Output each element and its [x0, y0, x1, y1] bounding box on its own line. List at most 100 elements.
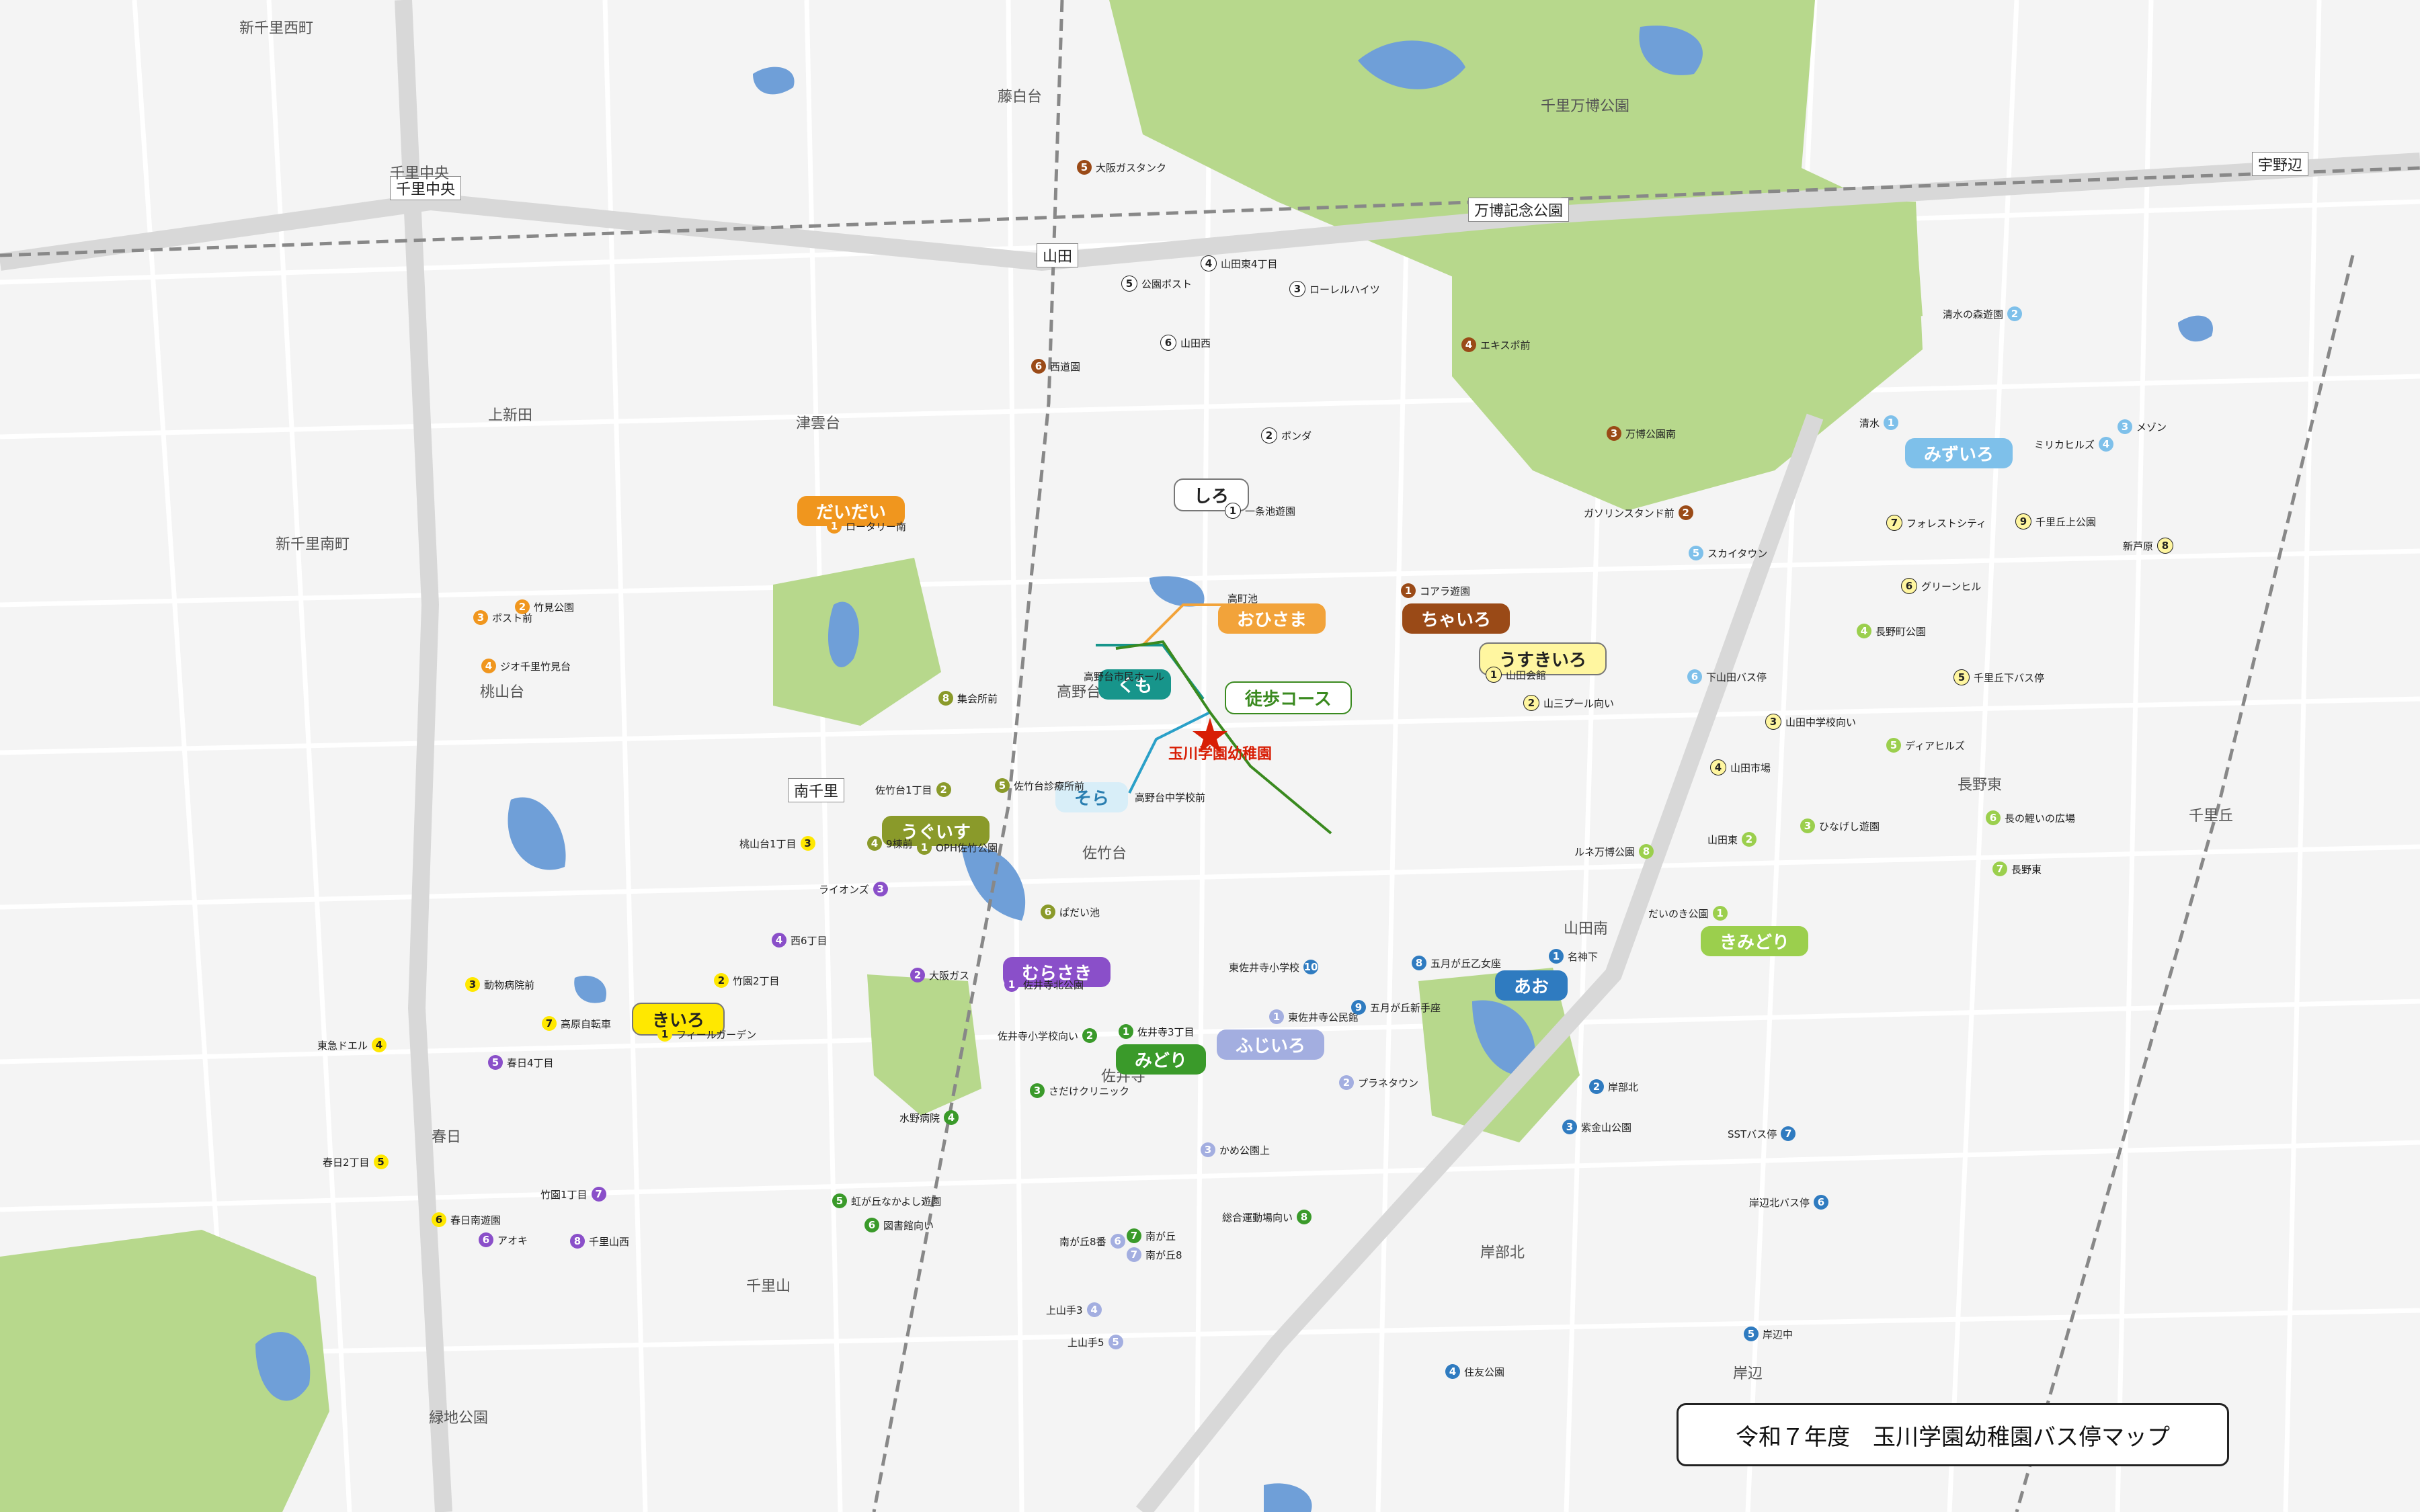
bus-stop[interactable]: 1 フィールガーデン — [657, 1027, 756, 1042]
bus-stop[interactable]: 佐竹台1丁目 2 — [875, 782, 951, 797]
station-yamada[interactable]: 山田 — [1037, 243, 1079, 267]
bus-stop[interactable]: 5 岸辺中 — [1744, 1327, 1793, 1341]
route-mizuiro-label[interactable]: みずいろ — [1905, 438, 2013, 468]
bus-stop[interactable]: 6 ぱだい池 — [1041, 905, 1100, 919]
bus-stop[interactable]: だいのき公園 1 — [1648, 906, 1728, 921]
bus-stop[interactable]: 2 山三プール向い — [1523, 695, 1614, 711]
bus-stop[interactable]: 1 OPH佐竹公園 — [917, 840, 998, 855]
bus-stop[interactable]: ミリカヒルズ 4 — [2034, 437, 2114, 452]
bus-stop[interactable]: 6 下山田バス停 — [1687, 669, 1767, 684]
bus-stop[interactable]: 総合運動場向い 8 — [1222, 1210, 1312, 1224]
bus-stop[interactable]: 5 佐竹台診療所前 — [995, 778, 1084, 793]
bus-stop[interactable]: ガソリンスタンド前 2 — [1584, 505, 1693, 520]
bus-stop[interactable]: 4 西6丁目 — [772, 933, 828, 948]
bus-stop[interactable]: 4 9棟前 — [867, 836, 913, 851]
bus-stop[interactable]: 6 図書館向い — [864, 1218, 934, 1232]
route-kimidori-label[interactable]: きみどり — [1701, 926, 1809, 956]
station-unobe[interactable]: 宇野辺 — [2252, 152, 2309, 176]
bus-stop[interactable]: 7 南が丘 — [1127, 1228, 1176, 1243]
kindergarten-label[interactable]: 玉川学園幼稚園 — [1168, 742, 1272, 763]
bus-stop[interactable]: 1 佐井寺3丁目 — [1119, 1024, 1195, 1039]
bus-stop[interactable]: 2 岸部北 — [1589, 1079, 1638, 1094]
bus-stop[interactable]: 3 ローレルハイツ — [1289, 281, 1380, 297]
bus-stop[interactable]: 春日2丁目 5 — [323, 1154, 389, 1169]
bus-stop[interactable]: 5 スカイタウン — [1689, 546, 1767, 560]
bus-stop[interactable]: 2 竹園2丁目 — [714, 973, 780, 988]
bus-stop[interactable]: 4 ジオ千里竹見台 — [481, 659, 571, 673]
bus-stop[interactable]: 1 東佐井寺公民館 — [1269, 1009, 1359, 1024]
bus-stop[interactable]: 3 万博公園南 — [1607, 426, 1676, 441]
bus-stop[interactable]: 3 さだけクリニック — [1030, 1083, 1129, 1098]
bus-stop[interactable]: 南が丘8番 6 — [1059, 1234, 1125, 1249]
bus-stop[interactable]: 4 山田東4丁目 — [1201, 255, 1278, 271]
bus-stop[interactable]: 東急ドエル 4 — [317, 1038, 387, 1052]
bus-stop[interactable]: 3 動物病院前 — [465, 977, 534, 992]
route-fujiiro-label[interactable]: ふじいろ — [1217, 1030, 1325, 1060]
bus-stop[interactable]: 6 山田西 — [1160, 335, 1211, 351]
bus-stop[interactable]: 8 五月が丘乙女座 — [1412, 956, 1501, 970]
bus-stop[interactable]: 3 紫金山公園 — [1562, 1120, 1631, 1134]
route-chairo-label[interactable]: ちゃいろ — [1402, 603, 1510, 634]
bus-stop[interactable]: 5 大阪ガスタンク — [1077, 160, 1166, 175]
bus-stop[interactable]: 8 集会所前 — [938, 691, 998, 706]
bus-stop[interactable]: 1 佐井寺北公園 — [1004, 977, 1084, 992]
bus-stop[interactable]: 7 長野東 — [1992, 862, 2042, 876]
bus-stop[interactable]: 3 かめ公園上 — [1201, 1142, 1270, 1157]
bus-stop[interactable]: 4 住友公園 — [1445, 1364, 1504, 1379]
bus-stop[interactable]: 5 ディアヒルズ — [1886, 738, 1965, 753]
station-banpaku[interactable]: 万博記念公園 — [1468, 198, 1570, 222]
bus-stop[interactable]: 3 山田中学校向い — [1765, 714, 1856, 730]
bus-stop[interactable]: 上山手3 4 — [1046, 1302, 1102, 1317]
bus-stop[interactable]: 新芦原 8 — [2123, 538, 2174, 554]
bus-stop[interactable]: 4 エキスポ前 — [1461, 337, 1531, 352]
bus-stop[interactable]: 1 ロータリー南 — [827, 519, 906, 534]
bus-stop[interactable]: 高町池 — [1227, 591, 1258, 605]
bus-stop[interactable]: 5 虹が丘なかよし遊園 — [832, 1193, 941, 1208]
bus-stop[interactable]: 2 大阪ガス — [910, 968, 969, 982]
bus-stop[interactable]: 1 一条池遊園 — [1225, 503, 1295, 519]
route-ohisama-label[interactable]: おひさま — [1218, 603, 1326, 634]
bus-stop[interactable]: 2 ポンダ — [1261, 427, 1312, 444]
bus-stop[interactable]: 山田東 2 — [1707, 832, 1757, 847]
bus-stop[interactable]: 1 山田会館 — [1486, 667, 1546, 683]
route-ao-label[interactable]: あお — [1495, 970, 1568, 1001]
bus-stop[interactable]: 6 長の鯉いの広場 — [1986, 810, 2075, 825]
bus-stop[interactable]: 3 ポスト前 — [473, 610, 532, 625]
route-midori-label[interactable]: みどり — [1116, 1044, 1207, 1075]
station-minami-senri[interactable]: 南千里 — [788, 778, 845, 802]
bus-stop[interactable]: 清水の森遊園 2 — [1943, 306, 2023, 321]
bus-stop[interactable]: 上山手5 5 — [1067, 1335, 1123, 1349]
bus-stop[interactable]: 1 名神下 — [1549, 949, 1598, 964]
bus-stop[interactable]: ライオンズ 3 — [819, 882, 888, 896]
bus-stop[interactable]: 東佐井寺小学校 10 — [1229, 960, 1319, 974]
bus-stop[interactable]: 佐井寺小学校向い 2 — [998, 1028, 1098, 1043]
bus-stop[interactable]: 1 コアラ遊園 — [1401, 583, 1470, 598]
bus-stop[interactable]: 6 アオキ — [479, 1232, 528, 1247]
bus-stop[interactable]: 6 グリーンヒル — [1901, 578, 1981, 594]
bus-stop[interactable]: 2 プラネタウン — [1339, 1075, 1418, 1090]
bus-stop[interactable]: ルネ万博公園 8 — [1574, 844, 1654, 859]
bus-stop[interactable]: 6 西道園 — [1031, 359, 1080, 374]
bus-stop[interactable]: 3 ひなげし遊園 — [1800, 818, 1880, 833]
bus-stop[interactable]: SSTバス停 7 — [1728, 1126, 1796, 1141]
bus-stop[interactable]: 7 フォレストシティ — [1886, 515, 1986, 531]
bus-stop[interactable]: 水野病院 4 — [899, 1110, 959, 1125]
bus-stop[interactable]: 4 山田市場 — [1710, 759, 1771, 775]
bus-stop[interactable]: 5 公園ポスト — [1121, 276, 1192, 292]
bus-stop[interactable]: 5 千里丘下バス停 — [1953, 669, 2044, 685]
bus-stop[interactable]: 7 南が丘8 — [1127, 1247, 1182, 1262]
walk-course-label[interactable]: 徒歩コース — [1225, 681, 1352, 714]
bus-stop[interactable]: 9 千里丘上公園 — [2015, 513, 2096, 530]
bus-stop[interactable]: 桃山台1丁目 3 — [739, 836, 815, 851]
bus-stop[interactable]: 清水 1 — [1859, 415, 1899, 430]
bus-stop[interactable]: 9 五月が丘新手座 — [1351, 1000, 1441, 1015]
bus-stop[interactable]: 5 春日4丁目 — [488, 1055, 554, 1070]
bus-stop[interactable]: 岸辺北バス停 6 — [1749, 1195, 1829, 1210]
bus-stop[interactable]: 高野台市民ホール — [1084, 669, 1164, 683]
bus-stop[interactable]: 3 メゾン — [2118, 419, 2167, 434]
bus-stop[interactable]: 4 長野町公園 — [1857, 624, 1926, 638]
bus-stop[interactable]: 高野台中学校前 — [1135, 790, 1205, 804]
bus-stop[interactable]: 竹園1丁目 7 — [540, 1187, 606, 1202]
bus-stop[interactable]: 7 高原自転車 — [542, 1016, 611, 1031]
bus-stop[interactable]: 6 春日南遊園 — [432, 1212, 501, 1227]
